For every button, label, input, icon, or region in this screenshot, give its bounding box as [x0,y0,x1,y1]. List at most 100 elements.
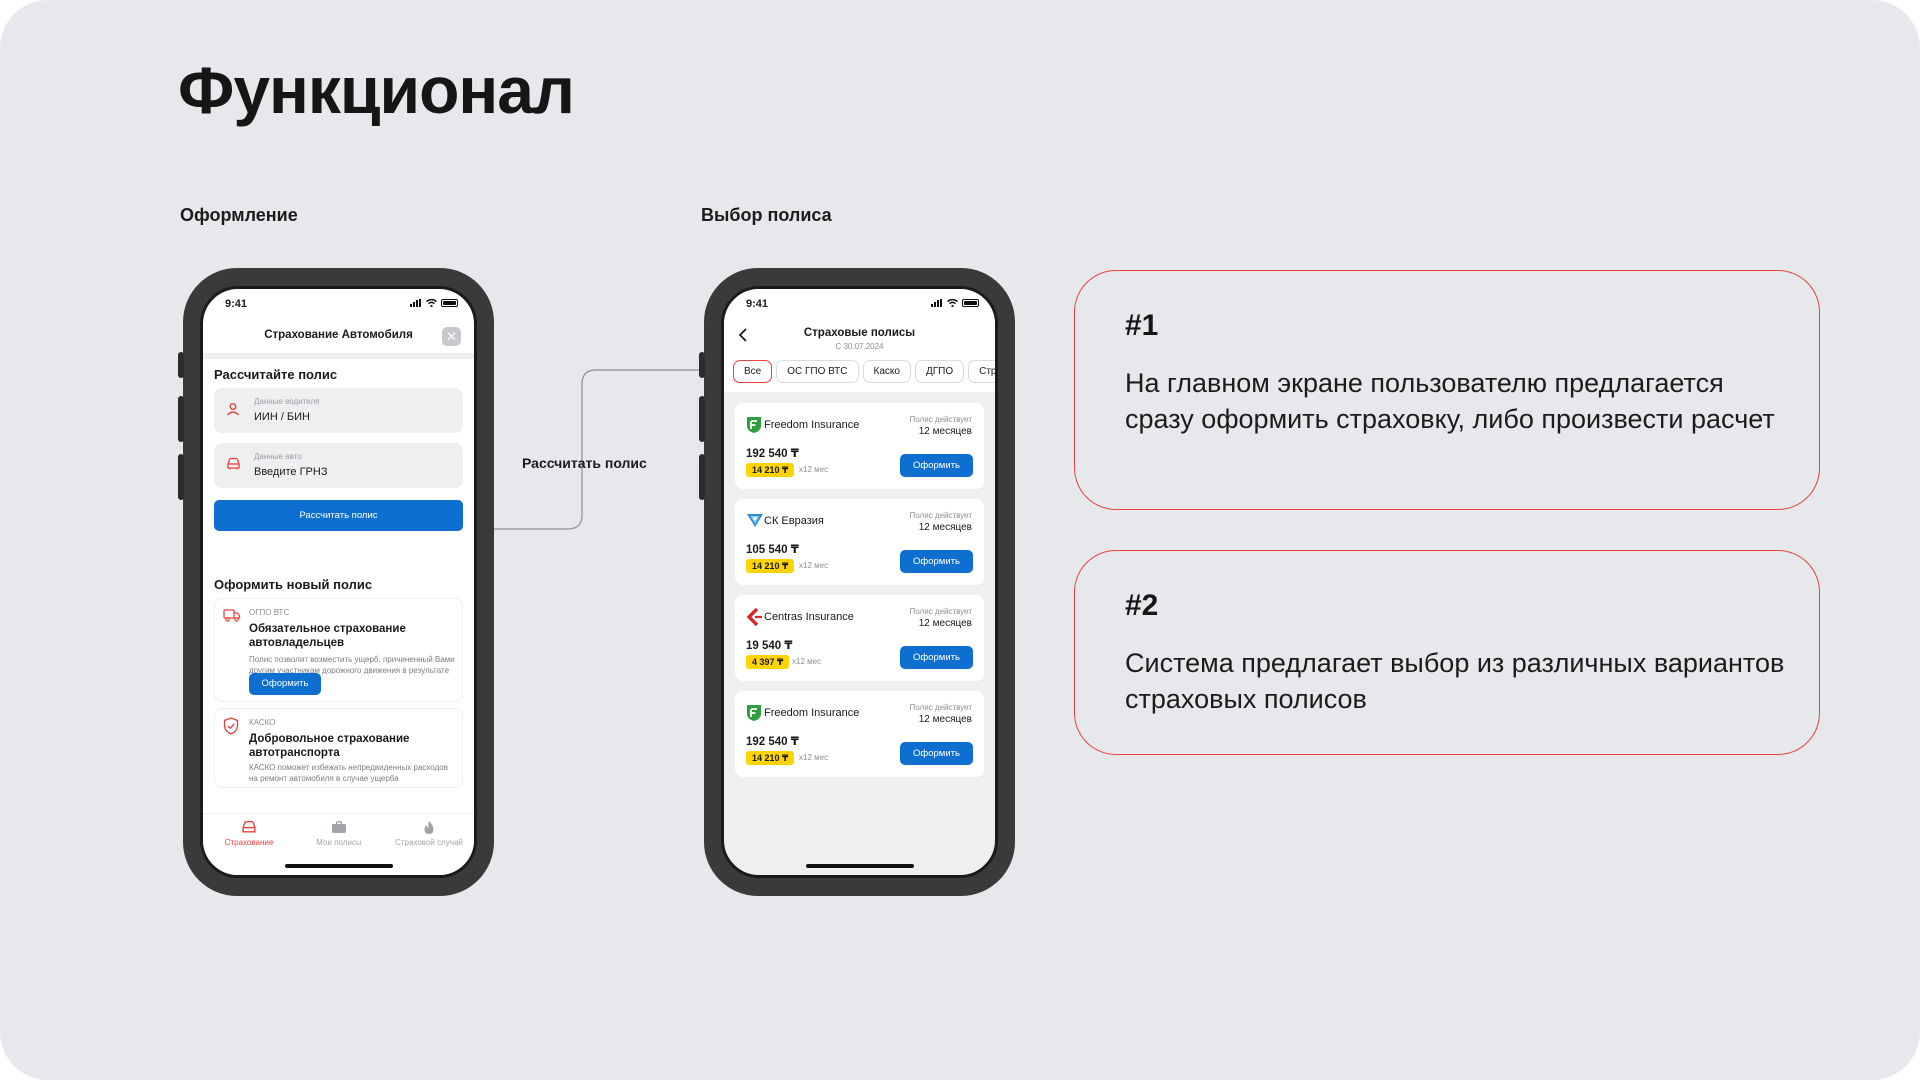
slide: Функционал Оформление Выбор полиса Рассч… [0,0,1920,1080]
car-field[interactable]: Данные авто Введите ГРНЗ [214,443,463,488]
header-title: Страховые полисы [803,327,916,339]
offer-card[interactable]: Freedom Insurance Полис действует 12 мес… [735,691,984,777]
info-number: #2 [1125,589,1159,622]
order-ogpo-button[interactable]: Оформить [249,673,321,695]
car-field-label: Данные авто [254,452,302,461]
monthly-price-badge: 4 397 ₸ [746,655,790,669]
months-suffix: x12 мес [799,561,829,570]
policy-period-label: Полис действует [909,607,972,616]
tab-insurance[interactable]: Страхование [203,818,295,847]
company-name: Freedom Insurance [764,419,860,431]
car-icon [224,457,242,475]
home-indicator [285,864,393,868]
calc-section-title: Рассчитайте полис [214,367,338,382]
months-suffix: x12 мес [799,753,829,762]
tab-insurance-case[interactable]: Страховой случай [383,818,474,847]
car-icon [203,818,295,836]
policy-title: Добровольное страхование автотранспорта [249,733,410,759]
close-icon[interactable]: ✕ [442,327,461,346]
months-suffix: x12 мес [799,465,829,474]
monthly-price-badge: 14 210 ₸ [746,559,795,573]
offer-card[interactable]: СК Евразия Полис действует 12 месяцев 10… [735,499,984,585]
status-time: 9:41 [746,298,769,310]
tab-label: Мои полисы [316,838,362,847]
policy-period-value: 12 месяцев [918,522,972,533]
policy-tag: ОГПО ВТС [249,608,290,617]
fire-icon [383,818,474,836]
new-policy-title: Оформить новый полис [214,577,373,592]
offer-card[interactable]: Centras Insurance Полис действует 12 мес… [735,595,984,681]
order-button[interactable]: Оформить [900,454,973,477]
policy-item-ogpo: ОГПО ВТС Обязательное страхование автовл… [214,598,463,702]
filter-chip-more[interactable]: Стр [968,360,995,383]
months-suffix: x12 мес [792,657,822,666]
monthly-price-badge: 14 210 ₸ [746,463,795,477]
order-button[interactable]: Оформить [900,646,973,669]
offer-price: 105 540 ₸ [746,544,799,556]
policy-period-value: 12 месяцев [918,426,972,437]
wifi-icon [947,299,958,307]
signal-icon [410,299,422,307]
connector-label: Рассчитать полис [522,455,647,471]
info-text: На главном экране пользователю предлагае… [1125,368,1775,434]
calc-card: Рассчитайте полис Данные водителя ИИН / … [203,359,474,574]
battery-icon [441,299,458,307]
wifi-icon [426,299,437,307]
phone-screen: 9:41 Страхование Автомобиля ✕ Рассчитайт… [200,286,477,878]
filter-chip-osgpo[interactable]: ОС ГПО ВТС [776,360,859,383]
truck-icon [223,607,241,625]
driver-field-label: Данные водителя [254,397,320,406]
briefcase-icon [293,818,385,836]
filter-chip-dgpo[interactable]: ДГПО [914,360,965,383]
calculate-policy-button[interactable]: Рассчитать полис [214,500,463,531]
info-text: Система предлагает выбор из различных ва… [1125,648,1785,714]
policy-period-label: Полис действует [909,511,972,520]
status-time: 9:41 [225,298,248,310]
policy-period-label: Полис действует [909,415,972,424]
policy-period-label: Полис действует [909,703,972,712]
offer-price: 192 540 ₸ [746,448,799,460]
header-subtitle: С 30.07.2024 [835,342,884,351]
filter-chip-kasko[interactable]: Каско [862,360,911,383]
signal-icon [931,299,943,307]
offer-price: 19 540 ₸ [746,640,793,652]
freedom-logo-icon [746,704,762,721]
shield-icon [223,717,241,735]
car-field-value: Введите ГРНЗ [254,466,328,478]
offer-price: 192 540 ₸ [746,736,799,748]
tab-my-policies[interactable]: Мои полисы [293,818,385,847]
eurasia-logo-icon [746,512,763,528]
home-indicator [806,864,914,868]
policy-period-value: 12 месяцев [918,618,972,629]
filter-chip-all[interactable]: Все [733,360,773,383]
policy-title: Обязательное страхование автовладельцев [249,623,406,649]
filter-chips: Все ОС ГПО ВТС Каско ДГПО Стр [733,360,995,386]
offer-card[interactable]: Freedom Insurance Полис действует 12 мес… [735,403,984,489]
header-title: Страхование Автомобиля [264,329,413,341]
policy-description: КАСКО поможет избежать непредвиденных ра… [249,763,448,783]
company-name: СК Евразия [764,515,824,527]
policy-period-value: 12 месяцев [918,714,972,725]
tab-label: Страховой случай [395,838,463,847]
battery-icon [962,299,979,307]
monthly-price-badge: 14 210 ₸ [746,751,795,765]
company-name: Centras Insurance [764,611,854,623]
new-policy-card: Оформить новый полис ОГПО ВТС Обязательн… [203,566,474,826]
company-name: Freedom Insurance [764,707,860,719]
phone-policy-choice: 9:41 Страховые полисы С 30.07.2024 Все ОС… [699,268,1015,896]
status-bar: 9:41 [203,289,474,317]
info-number: #1 [1125,309,1159,342]
driver-field[interactable]: Данные водителя ИИН / БИН [214,388,463,433]
person-icon [224,402,242,420]
info-box-1: #1 На главном экране пользователю предла… [1074,270,1820,510]
status-bar: 9:41 [724,289,995,317]
order-button[interactable]: Оформить [900,742,973,765]
tab-label: Страхование [224,838,274,847]
phone-checkout: 9:41 Страхование Автомобиля ✕ Рассчитайт… [178,268,494,896]
info-box-2: #2 Система предлагает выбор из различных… [1074,550,1820,755]
freedom-logo-icon [746,416,762,433]
centras-logo-icon [746,607,762,627]
policy-item-kasko: КАСКО Добровольное страхование автотранс… [214,708,463,788]
order-button[interactable]: Оформить [900,550,973,573]
driver-field-value: ИИН / БИН [254,411,310,423]
